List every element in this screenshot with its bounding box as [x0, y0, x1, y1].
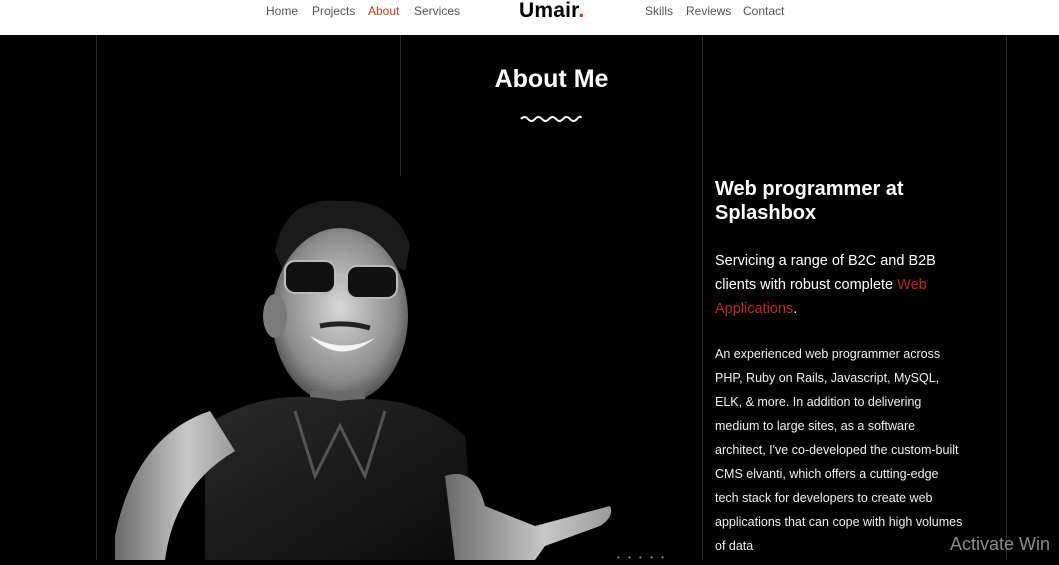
top-navigation: Home Projects About Services Umair. Skil…	[0, 0, 1059, 35]
about-body-paragraph: An experienced web programmer across PHP…	[715, 347, 963, 553]
nav-skills-link[interactable]: Skills	[645, 4, 673, 18]
nav-about-link[interactable]: About	[368, 4, 399, 18]
os-activation-watermark: Activate Win	[950, 534, 1051, 554]
nav-reviews-link[interactable]: Reviews	[686, 4, 731, 18]
profile-photo	[115, 176, 615, 560]
grid-line	[702, 35, 703, 560]
grid-line	[400, 35, 401, 177]
brand-dot: .	[578, 0, 585, 22]
nav-contact-link[interactable]: Contact	[743, 4, 784, 18]
brand-logo[interactable]: Umair.	[519, 0, 584, 24]
job-headline: Web programmer at Splashbox	[715, 178, 904, 224]
brand-name: Umair	[519, 0, 579, 22]
nav-services-link[interactable]: Services	[414, 4, 460, 18]
lead-paragraph: Servicing a range of B2C and B2B clients…	[715, 249, 955, 321]
wave-divider-icon	[520, 115, 582, 122]
nav-projects-link[interactable]: Projects	[312, 4, 355, 18]
lead-suffix: .	[793, 301, 798, 317]
section-title: About Me	[494, 65, 609, 93]
nav-home-link[interactable]: Home	[266, 4, 298, 18]
grid-line	[1006, 35, 1007, 560]
grid-line	[96, 35, 97, 560]
slider-pagination-dots[interactable]: • • • • •	[617, 553, 667, 562]
